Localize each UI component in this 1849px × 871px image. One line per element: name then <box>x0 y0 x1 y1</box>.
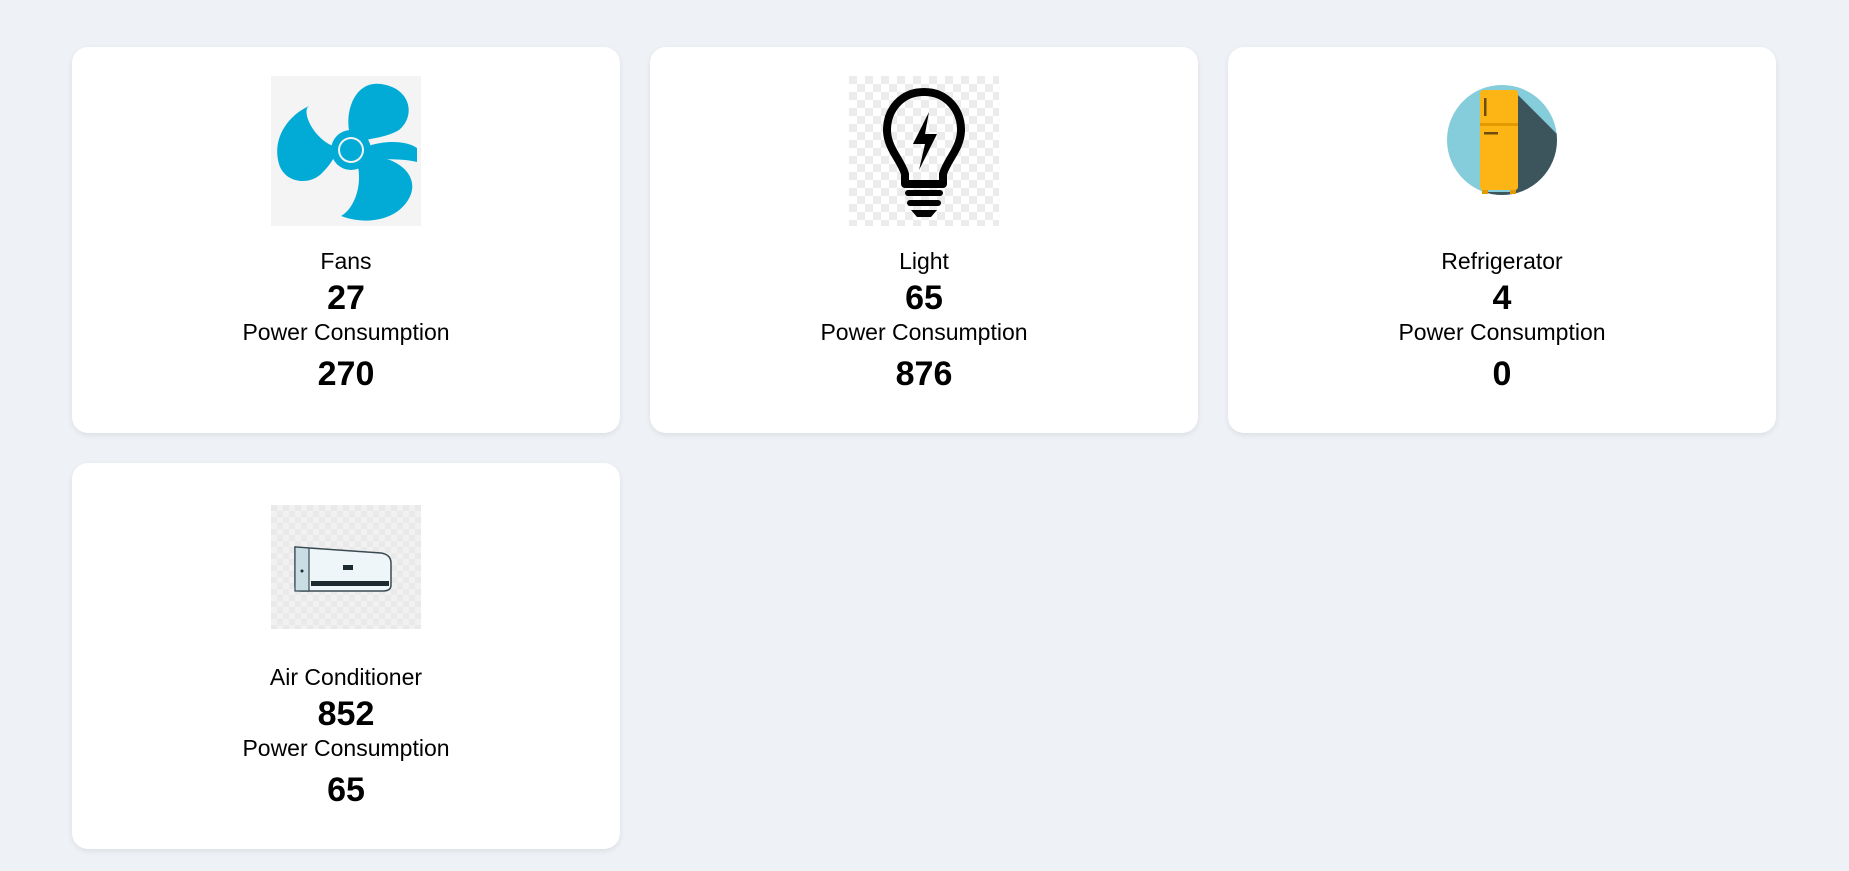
power-consumption-label: Power Consumption <box>242 735 450 761</box>
power-consumption-label: Power Consumption <box>1398 319 1606 345</box>
power-consumption-value: 65 <box>327 771 365 809</box>
device-card-fans[interactable]: Fans 27 Power Consumption 270 <box>72 47 620 433</box>
power-consumption-value: 876 <box>895 355 953 393</box>
device-count: 27 <box>327 279 365 317</box>
device-card-light[interactable]: Light 65 Power Consumption 876 <box>650 47 1198 433</box>
light-bulb-icon <box>849 76 999 226</box>
power-consumption-label: Power Consumption <box>820 319 1028 345</box>
device-name: Light <box>899 248 949 274</box>
device-name: Air Conditioner <box>269 664 423 690</box>
air-conditioner-icon <box>271 505 421 629</box>
device-count: 65 <box>905 279 943 317</box>
power-consumption-label: Power Consumption <box>242 319 450 345</box>
device-card-air-conditioner[interactable]: Air Conditioner 852 Power Consumption 65 <box>72 463 620 849</box>
device-name: Fans <box>320 248 372 274</box>
device-name: Refrigerator <box>1441 248 1563 274</box>
device-count: 852 <box>317 695 375 733</box>
device-grid: Fans 27 Power Consumption 270 Light 65 P… <box>72 47 1776 849</box>
device-card-refrigerator[interactable]: Refrigerator 4 Power Consumption 0 <box>1228 47 1776 433</box>
device-count: 4 <box>1492 279 1512 317</box>
power-consumption-value: 0 <box>1492 355 1512 393</box>
fan-icon <box>271 76 421 226</box>
power-consumption-value: 270 <box>317 355 375 393</box>
refrigerator-icon <box>1427 76 1577 226</box>
